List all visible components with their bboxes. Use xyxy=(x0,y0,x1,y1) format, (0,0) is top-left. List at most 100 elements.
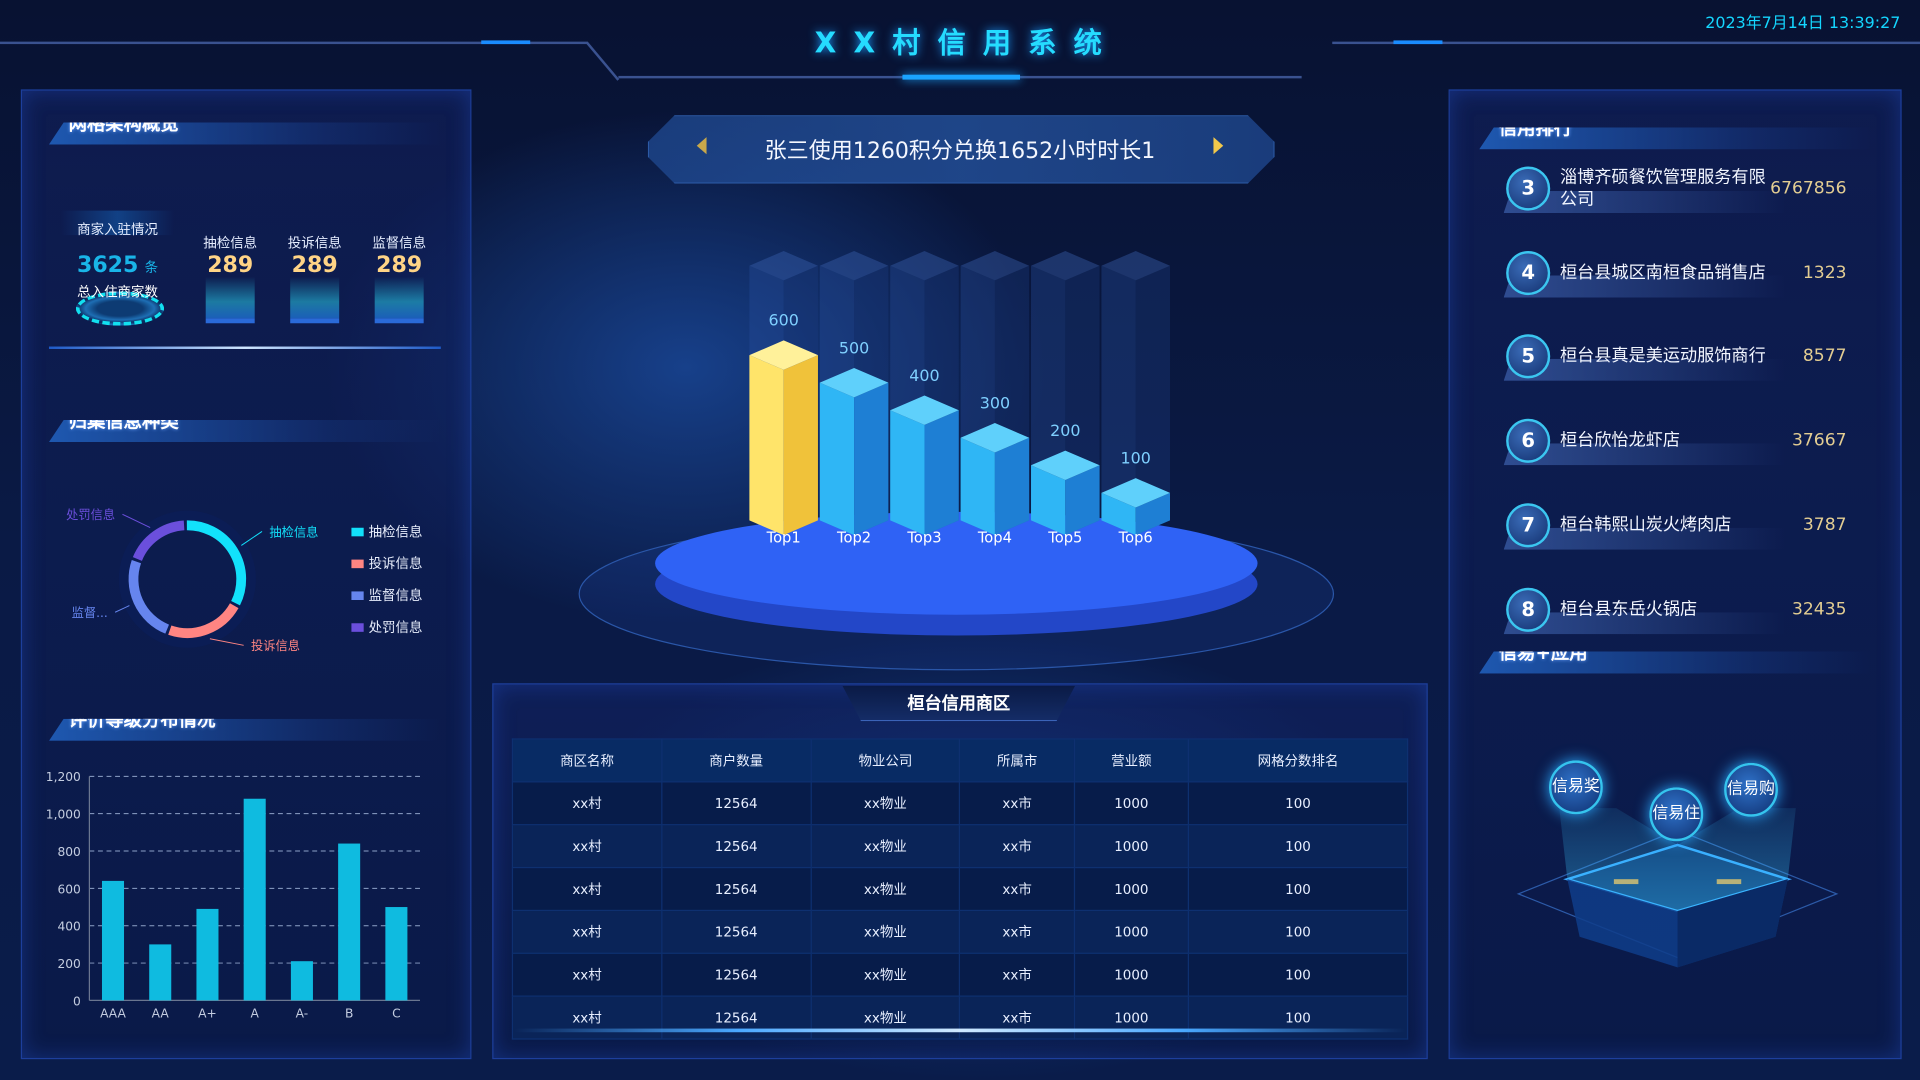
table-cell: 100 xyxy=(1187,824,1409,869)
bar-category-label: Top2 xyxy=(836,529,871,546)
table-row[interactable]: xx村 12564 xx物业 xx市 1000 100 xyxy=(511,995,1409,1040)
legend-item[interactable]: 处罚信息 xyxy=(351,617,422,637)
table-cell: 12564 xyxy=(661,866,812,912)
app-bubble-xinyizhu[interactable]: 信易住 xyxy=(1649,787,1704,842)
app-bubble-xinyigou[interactable]: 信易购 xyxy=(1724,762,1778,817)
table-cell: xx物业 xyxy=(810,995,961,1040)
section-title-grades: 评价等级分布情况 xyxy=(48,718,441,741)
column-header[interactable]: 营业额 xyxy=(1073,738,1190,783)
header-accent-left xyxy=(481,40,531,45)
legend-item[interactable]: 投诉信息 xyxy=(351,553,422,573)
ranking-name: 桓台县东岳火锅店 xyxy=(1560,600,1698,620)
grade-bar-B xyxy=(338,843,361,1001)
app-bubble-xinyijiang[interactable]: 信易奖 xyxy=(1548,760,1603,815)
donut-label: 投诉信息 xyxy=(251,638,300,653)
header-line-bend-left xyxy=(585,41,620,81)
ranking-value: 3787 xyxy=(1802,515,1847,536)
overview-item-label: 监督信息 xyxy=(372,235,427,252)
ranking-name: 桓台县城区南桓食品销售店 xyxy=(1560,263,1766,283)
category-donut-chart: 抽检信息投诉信息 监督... 处罚信息 xyxy=(66,507,318,653)
rank-badge: 3 xyxy=(1506,166,1551,211)
overview-item-value: 289 xyxy=(207,252,254,278)
rank-badge: 8 xyxy=(1506,587,1551,632)
donut-label-line xyxy=(241,531,263,546)
bar-category-label: Top4 xyxy=(977,529,1012,546)
donut-label-line xyxy=(122,513,151,528)
table-cell: 12564 xyxy=(661,909,812,954)
bar-value-label: 100 xyxy=(1121,448,1151,467)
column-header[interactable]: 商区名称 xyxy=(511,738,663,783)
legend-item[interactable]: 监督信息 xyxy=(351,585,422,605)
legend-item[interactable]: 抽检信息 xyxy=(351,522,422,542)
donut-label: 处罚信息 xyxy=(66,507,115,522)
ranking-item[interactable]: 4 桓台县城区南桓食品销售店 1323 xyxy=(1503,249,1859,298)
ticker-text: 张三使用1260积分兑换1652小时时长1 xyxy=(764,138,1156,165)
ranking-item[interactable]: 7 桓台韩熙山炭火烤肉店 3787 xyxy=(1503,501,1859,550)
table-row[interactable]: xx村 12564 xx物业 xx市 1000 100 xyxy=(511,909,1409,954)
overview-pedestal xyxy=(290,276,340,324)
ticker-prev-icon[interactable] xyxy=(696,137,707,155)
rank-badge: 4 xyxy=(1506,251,1551,296)
column-header[interactable]: 网格分数排名 xyxy=(1187,738,1409,783)
bar-front-Top3 xyxy=(890,410,925,536)
table-cell: 12564 xyxy=(661,952,812,997)
ranking-value: 37667 xyxy=(1791,431,1847,451)
ranking-item[interactable]: 5 桓台县真是美运动服饰商行 8577 xyxy=(1503,332,1859,381)
ranking-value: 32435 xyxy=(1791,600,1847,620)
bar-front-Top4 xyxy=(960,437,995,536)
pedestal-top xyxy=(655,511,1258,615)
merchant-unit: 条 xyxy=(144,259,159,276)
x-tick-label: A+ xyxy=(198,1007,217,1021)
overview-item-value: 289 xyxy=(376,252,423,278)
y-tick-label: 800 xyxy=(57,845,80,859)
x-tick-label: A xyxy=(251,1007,260,1021)
y-tick-label: 1,200 xyxy=(46,770,81,784)
grade-bar-C xyxy=(385,907,408,1001)
table-cell: xx物业 xyxy=(810,781,961,826)
table-row[interactable]: xx村 12564 xx物业 xx市 1000 100 xyxy=(511,952,1409,997)
section-title-categories: 归集信息种类 xyxy=(48,420,441,443)
page-title: X X 村 信 用 系 统 xyxy=(814,28,1106,61)
table-cell: 100 xyxy=(1187,781,1409,826)
table-cell: 1000 xyxy=(1073,952,1190,997)
section-title-overview: 网格架构概览 xyxy=(48,122,441,145)
table-cell: 100 xyxy=(1187,866,1409,912)
table-row[interactable]: xx村 12564 xx物业 xx市 1000 100 xyxy=(511,781,1409,826)
bar-side-Top3 xyxy=(924,410,959,536)
y-tick-label: 600 xyxy=(57,882,80,896)
table-glow-line xyxy=(514,1028,1406,1033)
legend-swatch xyxy=(351,558,364,568)
column-header[interactable]: 商户数量 xyxy=(661,738,812,783)
bar-value-label: 200 xyxy=(1050,421,1080,440)
table-cell: 12564 xyxy=(661,781,812,826)
table-cell: xx物业 xyxy=(810,909,961,954)
y-tick-label: 200 xyxy=(57,957,80,971)
bar-category-label: Top6 xyxy=(1118,529,1153,546)
column-header[interactable]: 所属市 xyxy=(959,738,1075,783)
table-cell: xx村 xyxy=(511,909,663,954)
ranking-item[interactable]: 6 桓台欣怡龙虾店 37667 xyxy=(1503,416,1859,466)
x-tick-label: AAA xyxy=(100,1007,126,1021)
ranking-item[interactable]: 3 淄博齐硕餐饮管理服务有限公司 6767856 xyxy=(1503,164,1859,214)
x-tick-label: A- xyxy=(296,1007,309,1021)
grade-bar-A xyxy=(243,798,266,1001)
ticker-next-icon[interactable] xyxy=(1213,137,1224,155)
table-cell: 1000 xyxy=(1073,909,1190,954)
column-header[interactable]: 物业公司 xyxy=(810,738,961,783)
ranking-item[interactable]: 8 桓台县东岳火锅店 32435 xyxy=(1503,585,1859,635)
legend-label: 监督信息 xyxy=(368,587,423,604)
table-cell: xx市 xyxy=(959,952,1075,997)
top-3d-bar-chart: 600 Top1 500 Top2 400 Top3 300 Top4 200 Top5 100 To… xyxy=(578,251,1335,671)
table-row[interactable]: xx村 12564 xx物业 xx市 1000 100 xyxy=(511,824,1409,869)
legend-label: 抽检信息 xyxy=(368,524,423,541)
bar-category-label: Top5 xyxy=(1047,529,1082,546)
merchant-count-wrap: 3625 条 xyxy=(67,252,167,278)
grade-bar-A- xyxy=(290,961,313,1001)
ranking-name: 桓台欣怡龙虾店 xyxy=(1560,431,1681,451)
table-row[interactable]: xx村 12564 xx物业 xx市 1000 100 xyxy=(511,866,1409,912)
section-title-apps: 信易+应用 xyxy=(1479,651,1872,674)
table-cell: xx市 xyxy=(959,995,1075,1040)
bar-value-label: 500 xyxy=(839,338,869,357)
rank-badge: 7 xyxy=(1506,503,1551,548)
merchant-label: 商家入驻情况 xyxy=(77,221,158,238)
